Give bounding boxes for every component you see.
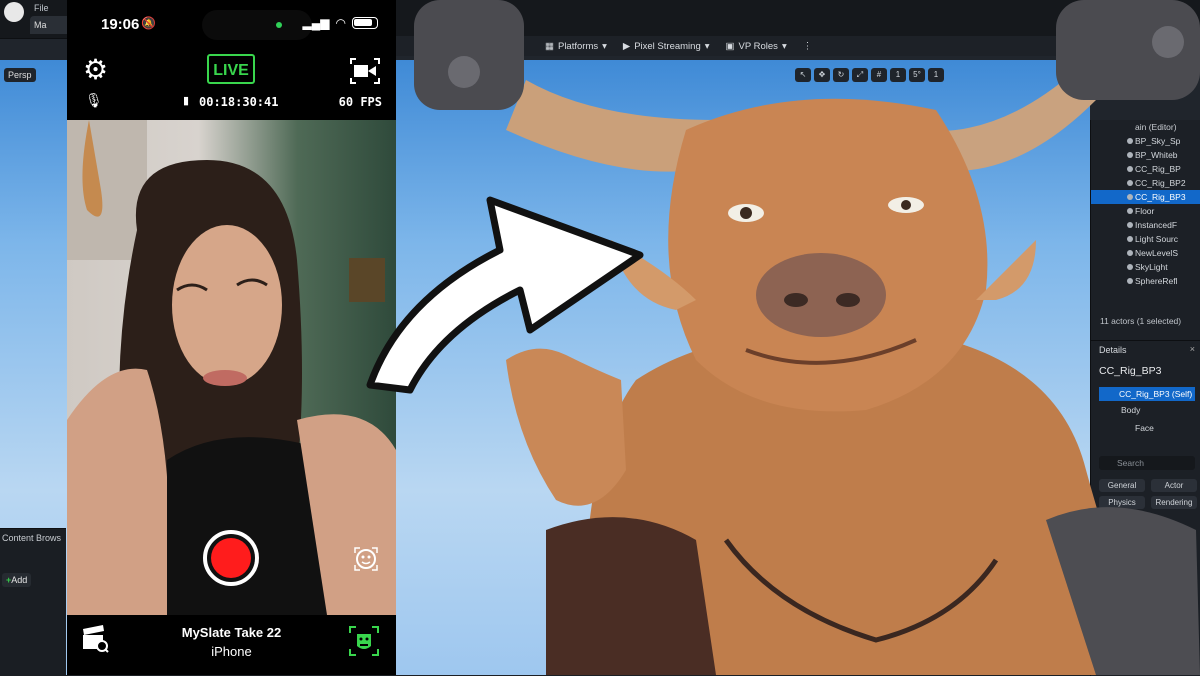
add-button[interactable]: +Add [2,573,32,587]
timecode-icon: ▮ [183,95,190,107]
face-tracking-icon[interactable] [352,545,380,573]
horn-rivet [1152,26,1184,58]
record-button[interactable] [203,530,259,586]
bull-vest [546,517,716,675]
silent-bell-icon: 🔕 [141,16,156,30]
add-label: Add [11,575,28,585]
level-tab-label: Ma [34,20,47,30]
bull-pupil [740,207,752,219]
bull-nostril [836,293,860,307]
take-name[interactable]: MySlate Take 22 [67,625,396,640]
content-browser-panel: Content Brows +Add [0,528,66,676]
content-browser-title[interactable]: Content Brows [0,529,66,547]
left-horn-cuff [414,0,524,110]
video-camera-icon[interactable] [350,58,380,84]
horn-rivet [448,56,480,88]
status-time: 19:06 [101,16,140,33]
perspective-button[interactable]: Persp [4,68,36,82]
bull-pupil [901,200,911,210]
wifi-icon: ◠ [335,16,346,30]
timecode: 00:18:30:41 [199,95,279,109]
status-icons: ▂▄▆ ◠ [303,16,378,30]
signal-icon: ▂▄▆ [302,16,330,30]
perspective-label: Persp [8,70,32,80]
camera-indicator-dot [276,22,282,28]
live-indicator[interactable]: LIVE [207,54,255,84]
battery-icon [352,17,378,29]
gear-icon[interactable]: ⚙ [83,56,108,84]
device-name: iPhone [211,644,252,659]
face-mesh-icon[interactable] [349,626,379,656]
editor-menu: File [0,0,49,16]
microphone-icon[interactable]: 🎙 [85,92,103,109]
frame-rate: 60 FPS [338,95,382,109]
menu-file[interactable]: File [34,0,49,16]
curved-arrow-icon [366,196,644,394]
bull-nostril [784,293,808,307]
dynamic-island [202,10,312,40]
bull-snout [756,253,886,337]
